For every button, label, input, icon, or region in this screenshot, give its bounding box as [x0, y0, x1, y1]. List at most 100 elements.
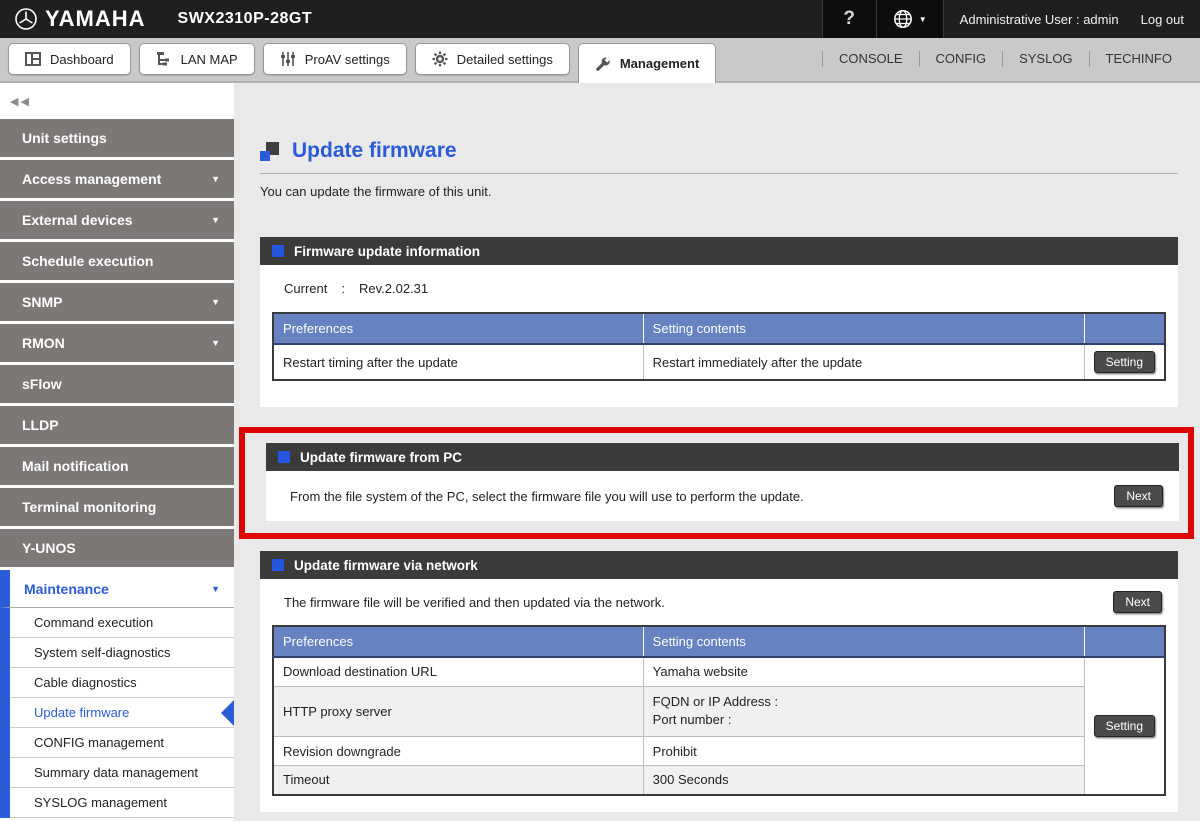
sidebar-item-label: Unit settings — [22, 130, 107, 146]
brand-text: YAMAHA — [45, 6, 146, 32]
tab-management[interactable]: Management — [578, 43, 716, 83]
next-button[interactable]: Next — [1114, 485, 1163, 507]
sidebar-item-rmon[interactable]: RMON ▼ — [0, 324, 234, 362]
sidebar-item-external-devices[interactable]: External devices ▼ — [0, 201, 234, 239]
submenu-item-label: Cable diagnostics — [34, 675, 137, 690]
action-cell: Setting — [1084, 344, 1165, 380]
section-body: From the file system of the PC, select t… — [266, 471, 1179, 521]
col-header-setting-contents: Setting contents — [643, 313, 1084, 344]
submenu-item-label: Update firmware — [34, 705, 129, 720]
section-marker-icon — [272, 245, 284, 257]
section-update-firmware-via-network: Update firmware via network The firmware… — [260, 551, 1178, 812]
col-header-preferences: Preferences — [273, 313, 643, 344]
chevron-down-icon: ▼ — [211, 215, 220, 225]
sidebar-item-access-management[interactable]: Access management ▼ — [0, 160, 234, 198]
device-model: SWX2310P-28GT — [178, 10, 313, 28]
help-button[interactable]: ? — [822, 0, 876, 38]
sidebar-item-label: sFlow — [22, 376, 62, 392]
link-config[interactable]: CONFIG — [919, 51, 1003, 67]
submenu-item-label: CONFIG management — [34, 735, 164, 750]
section-description: The firmware file will be verified and t… — [284, 595, 665, 610]
submenu-item-summary-data-management[interactable]: Summary data management — [10, 758, 234, 788]
sidebar-item-label: Y-UNOS — [22, 540, 76, 556]
submenu-item-config-management[interactable]: CONFIG management — [10, 728, 234, 758]
sidebar-item-label: Mail notification — [22, 458, 129, 474]
sidebar-item-maintenance[interactable]: Maintenance ▼ — [0, 570, 234, 608]
link-techinfo[interactable]: TECHINFO — [1089, 51, 1188, 67]
sidebar-item-label: Maintenance — [24, 581, 109, 597]
tab-lan-map[interactable]: LAN MAP — [139, 43, 255, 75]
sidebar-item-unit-settings[interactable]: Unit settings — [0, 119, 234, 157]
sidebar-item-terminal-monitoring[interactable]: Terminal monitoring — [0, 488, 234, 526]
chevron-down-icon: ▼ — [919, 15, 927, 24]
submenu-item-command-execution[interactable]: Command execution — [10, 608, 234, 638]
link-console[interactable]: CONSOLE — [822, 51, 919, 67]
section-header: Firmware update information — [260, 237, 1178, 265]
pref-cell: Restart timing after the update — [273, 344, 643, 380]
tab-detailed-settings[interactable]: Detailed settings — [415, 43, 570, 75]
section-title: Update firmware via network — [294, 558, 478, 573]
topbar: YAMAHA SWX2310P-28GT ? ▼ Administrative … — [0, 0, 1200, 38]
pref-cell: Revision downgrade — [273, 737, 643, 766]
yamaha-logo: YAMAHA — [14, 6, 146, 32]
section-body: Current:Rev.2.02.31 Preferences Setting … — [260, 265, 1178, 407]
sidebar-item-y-unos[interactable]: Y-UNOS — [0, 529, 234, 567]
next-button[interactable]: Next — [1113, 591, 1162, 613]
sidebar-item-sflow[interactable]: sFlow — [0, 365, 234, 403]
language-selector[interactable]: ▼ — [876, 0, 944, 38]
collapse-sidebar-button[interactable]: ◀◀ — [0, 83, 234, 119]
sliders-icon — [280, 51, 296, 67]
sidebar-item-snmp[interactable]: SNMP ▼ — [0, 283, 234, 321]
value-line: FQDN or IP Address : — [653, 693, 1075, 712]
value-line: Port number : — [653, 711, 1075, 730]
section-title: Firmware update information — [294, 244, 480, 259]
active-item-marker — [221, 700, 234, 726]
submenu-item-label: System self-diagnostics — [34, 645, 171, 660]
tab-dashboard[interactable]: Dashboard — [8, 43, 131, 75]
submenu-item-syslog-management[interactable]: SYSLOG management — [10, 788, 234, 818]
sidebar-item-label: Terminal monitoring — [22, 499, 156, 515]
tab-label: LAN MAP — [181, 52, 238, 67]
user-label: Administrative User : admin — [960, 12, 1119, 27]
logout-link[interactable]: Log out — [1141, 12, 1184, 27]
link-syslog[interactable]: SYSLOG — [1002, 51, 1088, 67]
help-icon: ? — [843, 8, 855, 30]
setting-button[interactable]: Setting — [1094, 351, 1155, 373]
tab-proav-settings[interactable]: ProAV settings — [263, 43, 407, 75]
col-header-action — [1084, 313, 1165, 344]
dashboard-icon — [25, 51, 41, 67]
network-update-table: Preferences Setting contents Download de… — [272, 625, 1166, 796]
col-header-action — [1084, 626, 1165, 657]
submenu-item-label: SYSLOG management — [34, 795, 167, 810]
submenu-item-update-firmware[interactable]: Update firmware — [10, 698, 234, 728]
sidebar-item-label: External devices — [22, 212, 133, 228]
main-content: Update firmware You can update the firmw… — [234, 83, 1200, 821]
table-row: Restart timing after the update Restart … — [273, 344, 1165, 380]
sidebar-item-label: Access management — [22, 171, 161, 187]
highlight-box: Update firmware from PC From the file sy… — [239, 427, 1194, 539]
chevron-down-icon: ▼ — [211, 174, 220, 184]
current-label: Current — [284, 281, 327, 296]
tab-bar: Dashboard LAN MAP ProAV settings — [0, 38, 1200, 83]
title-divider — [260, 173, 1178, 174]
submenu-item-cable-diagnostics[interactable]: Cable diagnostics — [10, 668, 234, 698]
sidebar-item-mail-notification[interactable]: Mail notification — [0, 447, 234, 485]
sidebar: ◀◀ Unit settings Access management ▼ Ext… — [0, 83, 234, 821]
value-cell: FQDN or IP Address : Port number : — [643, 686, 1084, 737]
lan-map-icon — [156, 51, 172, 67]
sidebar-item-schedule-execution[interactable]: Schedule execution — [0, 242, 234, 280]
tab-label: Detailed settings — [457, 52, 553, 67]
pref-cell: Download destination URL — [273, 657, 643, 686]
maintenance-submenu: Command execution System self-diagnostic… — [0, 608, 234, 818]
collapse-icon: ◀◀ — [10, 95, 31, 108]
setting-button[interactable]: Setting — [1094, 715, 1155, 737]
section-title: Update firmware from PC — [300, 450, 462, 465]
submenu-item-system-self-diagnostics[interactable]: System self-diagnostics — [10, 638, 234, 668]
tab-label: ProAV settings — [305, 52, 390, 67]
current-firmware-version: Rev.2.02.31 — [359, 281, 428, 296]
tab-label: Dashboard — [50, 52, 114, 67]
firmware-info-table: Preferences Setting contents Restart tim… — [272, 312, 1166, 381]
current-firmware-line: Current:Rev.2.02.31 — [284, 281, 1166, 296]
sidebar-item-lldp[interactable]: LLDP — [0, 406, 234, 444]
chevron-down-icon: ▼ — [211, 297, 220, 307]
